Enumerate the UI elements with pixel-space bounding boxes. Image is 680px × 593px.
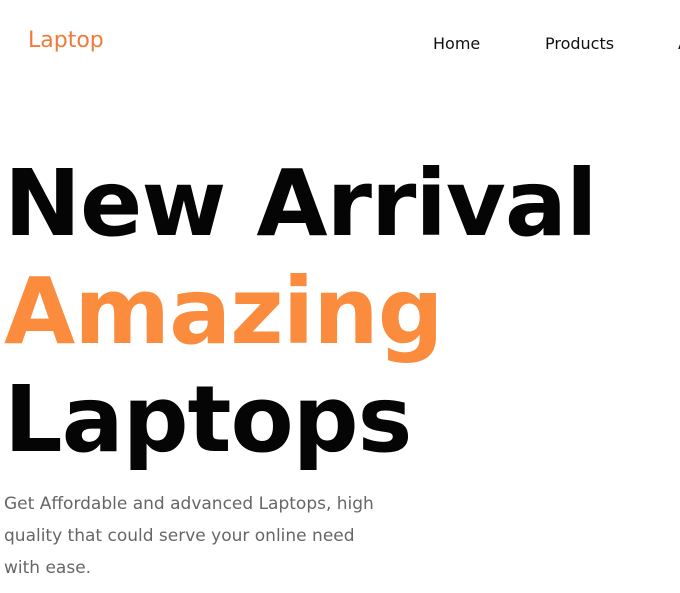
logo[interactable]: Laptop (28, 30, 104, 52)
nav-link-home[interactable]: Home (433, 34, 480, 53)
nav-link-products[interactable]: Products (545, 34, 614, 53)
hero-title: New Arrival Amazing Laptops (4, 150, 597, 474)
main-nav: Home Products A (433, 34, 680, 58)
hero-title-line-new-arrival: New Arrival (4, 150, 597, 257)
hero-title-line-laptops: Laptops (4, 366, 412, 473)
page: Laptop Home Products A New Arrival Amazi… (0, 0, 680, 593)
hero-description: Get Affordable and advanced Laptops, hig… (4, 494, 374, 578)
hero-title-line-amazing: Amazing (4, 258, 444, 365)
